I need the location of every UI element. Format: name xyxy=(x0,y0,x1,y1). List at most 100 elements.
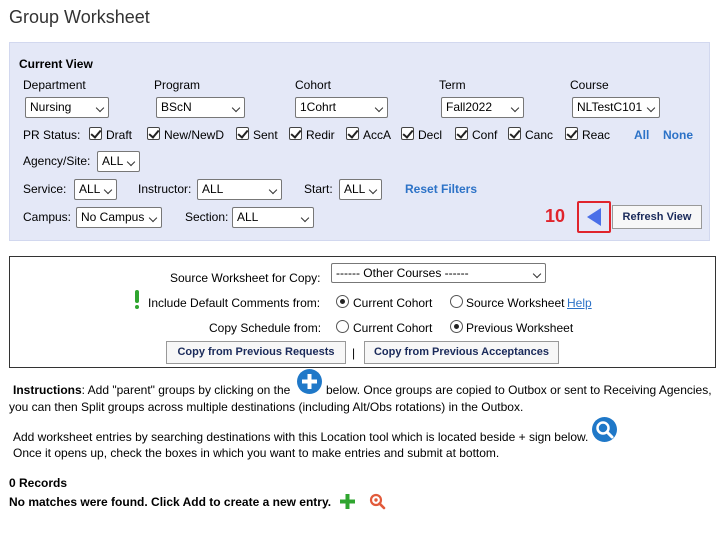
campus-value: No Campus xyxy=(81,210,145,224)
copy-previous-acceptances-button[interactable]: Copy from Previous Acceptances xyxy=(364,341,559,364)
section-value: ALL xyxy=(237,210,259,224)
source-worksheet-select[interactable]: ------ Other Courses ------ xyxy=(331,263,546,283)
include-current-cohort-radio[interactable] xyxy=(336,295,349,308)
pr-canc-checkbox[interactable] xyxy=(508,127,521,140)
pr-decl-checkbox[interactable] xyxy=(401,127,414,140)
pr-conf-checkbox[interactable] xyxy=(455,127,468,140)
start-select[interactable]: ALL xyxy=(339,179,382,200)
course-select[interactable]: NLTestC101 xyxy=(572,97,660,118)
term-label: Term xyxy=(439,78,466,92)
pr-newnewd-label: New/NewD xyxy=(164,128,225,142)
copy-previous-requests-button[interactable]: Copy from Previous Requests xyxy=(166,341,346,364)
chevron-down-icon xyxy=(126,157,136,167)
pr-canc-label: Canc xyxy=(525,128,554,142)
department-select[interactable]: Nursing xyxy=(25,97,109,118)
program-value: BScN xyxy=(161,100,192,114)
chevron-down-icon xyxy=(646,103,656,113)
pr-draft-label: Draft xyxy=(106,128,133,142)
chevron-down-icon xyxy=(148,213,158,223)
reset-filters-link[interactable]: Reset Filters xyxy=(405,182,477,196)
department-value: Nursing xyxy=(30,100,72,114)
pr-redir-label: Redir xyxy=(306,128,335,142)
section-select[interactable]: ALL xyxy=(232,207,314,228)
chevron-down-icon xyxy=(510,103,520,113)
pr-sent-label: Sent xyxy=(253,128,278,142)
agency-site-value: ALL xyxy=(102,154,124,168)
cohort-select[interactable]: 1Cohrt xyxy=(295,97,388,118)
location-search-small-icon[interactable] xyxy=(369,493,386,510)
program-select[interactable]: BScN xyxy=(156,97,245,118)
instructions-line4: Once it opens up, check the boxes in whi… xyxy=(13,446,500,460)
course-label: Course xyxy=(570,78,609,92)
pr-reac-label: Reac xyxy=(582,128,611,142)
schedule-previous-worksheet-label: Previous Worksheet xyxy=(466,321,574,335)
instructor-select[interactable]: ALL xyxy=(197,179,282,200)
location-search-icon[interactable] xyxy=(592,417,617,442)
start-value: ALL xyxy=(344,182,366,196)
chevron-down-icon xyxy=(95,103,105,113)
campus-label: Campus: xyxy=(23,210,72,224)
pr-all-link[interactable]: All xyxy=(634,128,649,142)
chevron-down-icon xyxy=(103,185,113,195)
term-value: Fall2022 xyxy=(446,100,493,114)
instructor-value: ALL xyxy=(202,182,224,196)
pr-none-link[interactable]: None xyxy=(663,128,693,142)
include-source-worksheet-radio[interactable] xyxy=(450,295,463,308)
agency-site-select[interactable]: ALL xyxy=(97,151,140,172)
pr-conf-label: Conf xyxy=(472,128,498,142)
include-current-cohort-label: Current Cohort xyxy=(353,296,433,310)
pr-status-label: PR Status: xyxy=(23,128,81,142)
agency-site-label: Agency/Site: xyxy=(23,154,91,168)
pr-acca-label: AccA xyxy=(363,128,392,142)
pr-decl-label: Decl xyxy=(418,128,443,142)
exclamation-icon xyxy=(134,290,140,310)
pr-acca-checkbox[interactable] xyxy=(346,127,359,140)
department-label: Department xyxy=(23,78,86,92)
help-link[interactable]: Help xyxy=(567,296,592,310)
instructions-line1b: below. Once groups are copied to Outbox … xyxy=(326,383,712,397)
add-group-icon[interactable] xyxy=(297,369,322,394)
copy-panel: Source Worksheet for Copy: ------ Other … xyxy=(9,256,716,368)
records-count: 0 Records xyxy=(9,476,68,490)
pointer-arrow-icon xyxy=(577,201,611,233)
page-title: Group Worksheet xyxy=(9,7,150,27)
chevron-down-icon xyxy=(231,103,241,113)
course-value: NLTestC101 xyxy=(577,100,643,114)
pr-draft-checkbox[interactable] xyxy=(89,127,102,140)
refresh-view-button[interactable]: Refresh View xyxy=(612,205,702,229)
source-worksheet-label: Source Worksheet for Copy: xyxy=(170,271,321,285)
instructions-line2: you can then Split groups across multipl… xyxy=(9,400,524,414)
button-separator: | xyxy=(352,346,356,360)
service-label: Service: xyxy=(23,182,67,196)
start-label: Start: xyxy=(304,182,333,196)
add-entry-plus-icon[interactable] xyxy=(340,494,355,509)
service-select[interactable]: ALL xyxy=(74,179,117,200)
pr-reac-checkbox[interactable] xyxy=(565,127,578,140)
cohort-label: Cohort xyxy=(295,78,332,92)
campus-select[interactable]: No Campus xyxy=(76,207,162,228)
schedule-previous-worksheet-radio[interactable] xyxy=(450,320,463,333)
service-value: ALL xyxy=(79,182,101,196)
cohort-value: 1Cohrt xyxy=(300,100,337,114)
instructions-line1a: : Add "parent" groups by clicking on the xyxy=(81,383,291,397)
pr-newnewd-checkbox[interactable] xyxy=(147,127,160,140)
program-label: Program xyxy=(154,78,201,92)
section-label: Section: xyxy=(185,210,229,224)
current-view-panel: Current View Department Program Cohort T… xyxy=(9,42,710,241)
step-number: 10 xyxy=(545,206,566,226)
instructions-title: Instructions xyxy=(13,383,82,397)
chevron-down-icon xyxy=(368,185,378,195)
schedule-current-cohort-radio[interactable] xyxy=(336,320,349,333)
instructions-line3: Add worksheet entries by searching desti… xyxy=(13,430,589,444)
chevron-down-icon xyxy=(268,185,278,195)
empty-message: No matches were found. Click Add to crea… xyxy=(9,495,332,509)
copy-schedule-label: Copy Schedule from: xyxy=(209,321,322,335)
term-select[interactable]: Fall2022 xyxy=(441,97,524,118)
instructions-line1-left: Instructions: Add "parent" groups by cli… xyxy=(13,382,290,399)
include-source-worksheet-label: Source Worksheet xyxy=(466,296,565,310)
include-comments-label: Include Default Comments from: xyxy=(148,296,321,310)
pr-sent-checkbox[interactable] xyxy=(236,127,249,140)
chevron-down-icon xyxy=(532,269,542,279)
chevron-down-icon xyxy=(374,103,384,113)
pr-redir-checkbox[interactable] xyxy=(289,127,302,140)
